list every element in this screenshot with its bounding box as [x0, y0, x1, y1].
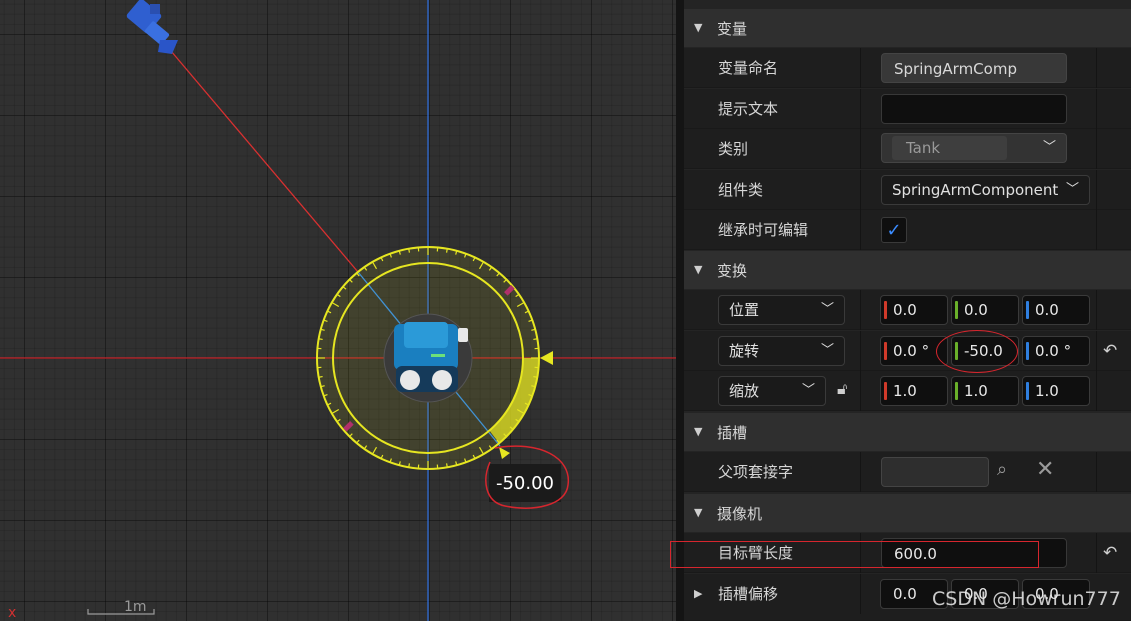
- reset-to-default-icon[interactable]: ↶: [1103, 543, 1117, 563]
- component-class-dropdown[interactable]: SpringArmComponent ﹀: [881, 175, 1090, 205]
- row-category: 类别 Tank ﹀: [684, 129, 1131, 169]
- chevron-down-icon: ﹀: [820, 302, 834, 317]
- row-label: 插槽偏移: [718, 585, 779, 603]
- category-value: Tank: [892, 136, 1007, 160]
- collapse-arrow-icon[interactable]: ▼: [694, 425, 702, 438]
- section-title: 变换: [717, 261, 748, 280]
- row-editable-when-inherited: 继承时可编辑 ✓: [684, 210, 1131, 250]
- annotation-highlight-box: [670, 541, 1039, 568]
- scale-x-field[interactable]: 1.0: [880, 376, 948, 406]
- category-dropdown[interactable]: Tank ﹀: [881, 133, 1067, 163]
- parent-socket-input[interactable]: [881, 457, 989, 487]
- section-header-camera[interactable]: ▼ 摄像机: [684, 494, 1131, 532]
- editor-viewport[interactable]: -50.00 1m x: [0, 0, 676, 621]
- gizmo-tick: [445, 463, 448, 468]
- chevron-down-icon: ﹀: [1061, 176, 1079, 204]
- section-title: 插槽: [717, 423, 748, 442]
- row-variable-name: 变量命名 SpringArmComp: [684, 48, 1131, 88]
- row-label: 类别: [718, 140, 749, 158]
- rotation-mode-dropdown[interactable]: 旋转 ﹀: [718, 336, 845, 366]
- row-label: 组件类: [718, 181, 764, 199]
- scale-label: 缩放: [729, 382, 760, 400]
- camera-mesh[interactable]: [126, 0, 178, 54]
- chevron-down-icon: ﹀: [801, 383, 815, 398]
- rotation-z-field[interactable]: 0.0 °: [1022, 336, 1090, 366]
- row-label: 继承时可编辑: [718, 221, 809, 239]
- spring-arm-line: [159, 37, 359, 273]
- scale-mode-dropdown[interactable]: 缩放 ﹀: [718, 376, 826, 406]
- row-label: 父项套接字: [718, 463, 794, 481]
- expand-arrow-icon[interactable]: ▶: [694, 587, 702, 600]
- row-parent-socket: 父项套接字 ⌕ ✕: [684, 452, 1131, 492]
- component-class-value: SpringArmComponent: [892, 181, 1059, 199]
- location-y-field[interactable]: 0.0: [951, 295, 1019, 325]
- row-location: 位置 ﹀ 0.0 0.0 0.0: [684, 290, 1131, 330]
- editable-inherit-checkbox[interactable]: ✓: [881, 217, 907, 243]
- chevron-down-icon: ﹀: [1042, 140, 1056, 155]
- watermark: CSDN @Howrun777: [932, 588, 1121, 610]
- lock-icon[interactable]: 🔓︎: [837, 379, 847, 399]
- variable-name-input[interactable]: SpringArmComp: [881, 53, 1067, 83]
- reset-to-default-icon[interactable]: ↶: [1103, 341, 1117, 361]
- gizmo-tick: [408, 248, 411, 253]
- location-mode-dropdown[interactable]: 位置 ﹀: [718, 295, 845, 325]
- gizmo-tick: [408, 463, 411, 468]
- rotation-end-marker: [499, 447, 510, 459]
- row-tooltip: 提示文本: [684, 89, 1131, 129]
- scale-y-field[interactable]: 1.0: [951, 376, 1019, 406]
- annotation-highlight-ellipse: [936, 330, 1018, 373]
- row-label: 提示文本: [718, 100, 779, 118]
- section-header-variable[interactable]: ▼ 变量: [684, 9, 1131, 47]
- panel-splitter[interactable]: [676, 0, 684, 621]
- viewport-scene: [0, 0, 676, 621]
- gizmo-tick: [445, 248, 448, 253]
- collapse-arrow-icon[interactable]: ▼: [694, 263, 702, 276]
- rotation-label: 旋转: [729, 342, 760, 360]
- section-header-socket[interactable]: ▼ 插槽: [684, 413, 1131, 451]
- details-panel: ▼ 变量 变量命名 SpringArmComp 提示文本 类别 Tank ﹀ 组…: [684, 0, 1131, 621]
- gizmo-tick: [318, 338, 323, 341]
- tank-mesh[interactable]: [383, 313, 473, 403]
- rotation-angle-readout: -50.00: [489, 464, 561, 502]
- row-rotation: 旋转 ﹀ 0.0 ° -50.0 0.0 ° ↶: [684, 331, 1131, 371]
- location-label: 位置: [729, 301, 760, 319]
- gizmo-tick: [533, 338, 538, 341]
- origin-axis-mark: x: [8, 605, 17, 621]
- browse-socket-icon[interactable]: ⌕: [997, 459, 1007, 480]
- location-z-field[interactable]: 0.0: [1022, 295, 1090, 325]
- collapse-arrow-icon[interactable]: ▼: [694, 21, 702, 34]
- section-title: 变量: [717, 19, 748, 38]
- section-title: 摄像机: [717, 504, 763, 523]
- scale-bar-label: 1m: [124, 599, 147, 615]
- tooltip-input[interactable]: [881, 94, 1067, 124]
- clear-icon[interactable]: ✕: [1036, 457, 1054, 482]
- location-x-field[interactable]: 0.0: [880, 295, 948, 325]
- gizmo-tick: [318, 375, 323, 378]
- row-label: 变量命名: [718, 59, 779, 77]
- rotation-handle-arrow[interactable]: [540, 351, 553, 365]
- collapse-arrow-icon[interactable]: ▼: [694, 506, 702, 519]
- row-component-class: 组件类 SpringArmComponent ﹀: [684, 170, 1131, 210]
- scale-z-field[interactable]: 1.0: [1022, 376, 1090, 406]
- section-header-transform[interactable]: ▼ 变换: [684, 251, 1131, 289]
- row-scale: 缩放 ﹀ 🔓︎ 1.0 1.0 1.0: [684, 371, 1131, 411]
- chevron-down-icon: ﹀: [820, 343, 834, 358]
- checkmark-icon: ✓: [886, 219, 902, 241]
